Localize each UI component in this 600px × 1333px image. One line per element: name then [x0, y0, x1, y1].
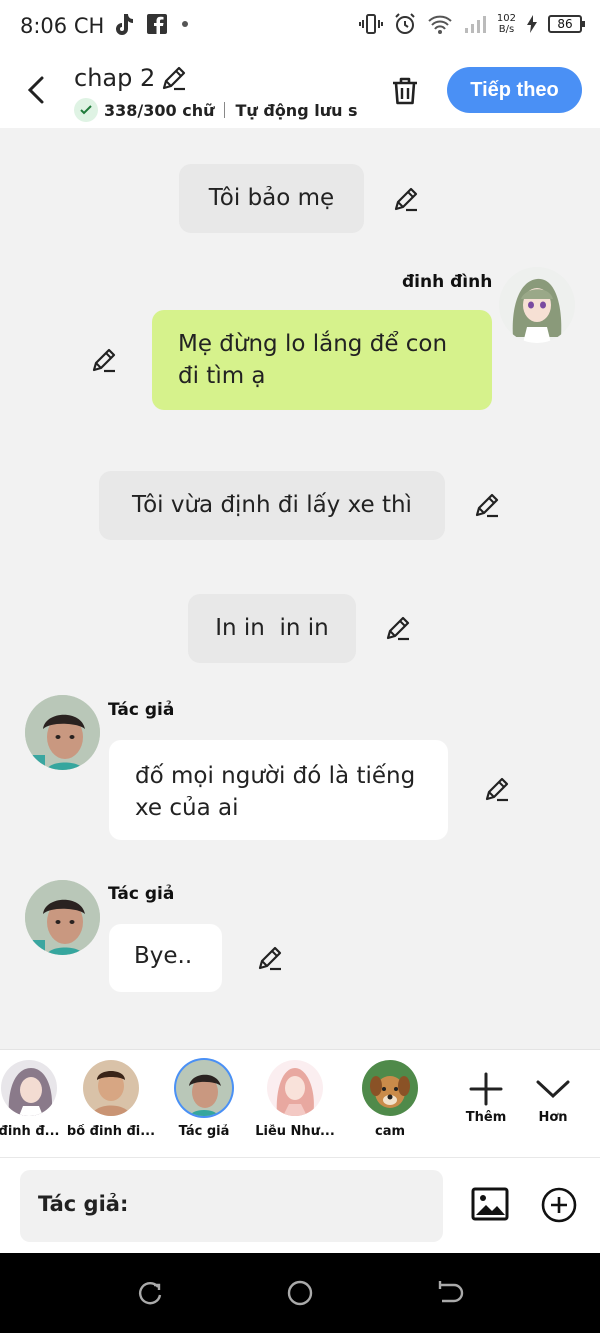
edit-icon[interactable]	[483, 775, 511, 803]
dot-icon	[182, 21, 188, 27]
editor-header: chap 2 338/300 chữ Tự động lưu s Tiếp th…	[0, 54, 600, 128]
narration-bubble[interactable]: Tôi bảo mẹ	[179, 164, 364, 233]
chat-editor-screen: 8:06 CH 102 B/s 86 chap 2 338/300 chữ Tự…	[0, 0, 600, 1333]
tiktok-icon	[116, 14, 133, 35]
recents-icon[interactable]	[136, 1279, 164, 1307]
facebook-icon	[147, 14, 167, 34]
speaker-prefix: Tác giả:	[38, 1192, 129, 1216]
charging-icon	[527, 15, 537, 33]
network-speed: 102 B/s	[496, 13, 516, 35]
edit-icon[interactable]	[392, 185, 420, 213]
narration-bubble[interactable]: In in in in	[188, 594, 356, 663]
character-selector: đinh đ... bố đinh đi... Tác giả Liễu Như…	[0, 1049, 600, 1157]
status-bar: 8:06 CH 102 B/s 86	[0, 0, 600, 54]
avatar	[1, 1060, 57, 1116]
avatar-tac-gia[interactable]	[25, 880, 100, 955]
image-icon[interactable]	[470, 1184, 510, 1224]
word-count: 338/300 chữ	[104, 100, 215, 120]
status-time: 8:06 CH	[20, 14, 105, 38]
back-nav-icon[interactable]	[436, 1279, 464, 1307]
avatar	[362, 1060, 418, 1116]
check-icon	[74, 98, 98, 122]
avatar	[176, 1060, 232, 1116]
chevron-left-icon	[27, 76, 44, 104]
edit-icon[interactable]	[256, 944, 284, 972]
battery-indicator: 86	[548, 15, 585, 33]
avatar	[267, 1060, 323, 1116]
chat-area[interactable]: Tôi bảo mẹ đinh đình Mẹ đừng lo lắng để …	[0, 128, 600, 1048]
autosave-label: Tự động lưu s	[235, 100, 358, 120]
chapter-title[interactable]: chap 2	[74, 64, 155, 92]
speaker-name: Tác giả	[108, 700, 175, 720]
wifi-icon	[428, 15, 452, 34]
edit-title-icon[interactable]	[160, 64, 188, 92]
message-bubble[interactable]: Mẹ đừng lo lắng để con đi tìm ạ	[152, 310, 492, 410]
character-item[interactable]: bố đinh đi...	[66, 1060, 156, 1139]
chevron-down-icon	[536, 1080, 570, 1099]
alarm-icon	[395, 13, 415, 34]
avatar	[83, 1060, 139, 1116]
avatar-tac-gia[interactable]	[25, 695, 100, 770]
system-nav-bar	[0, 1253, 600, 1333]
character-item[interactable]: Liễu Như...	[250, 1060, 340, 1139]
message-bubble[interactable]: đố mọi người đó là tiếng xe của ai	[109, 740, 448, 840]
character-item[interactable]: đinh đ...	[0, 1060, 74, 1139]
back-button[interactable]	[22, 72, 52, 108]
add-circle-icon[interactable]	[540, 1186, 578, 1224]
speaker-name: Tác giả	[108, 884, 175, 904]
trash-icon[interactable]	[388, 74, 422, 108]
save-status: 338/300 chữ Tự động lưu s	[74, 98, 364, 122]
character-item-selected[interactable]: Tác giả	[159, 1060, 249, 1139]
avatar-dinh-dinh[interactable]	[499, 267, 575, 343]
signal-icon	[464, 16, 486, 33]
edit-icon[interactable]	[384, 614, 412, 642]
plus-icon	[469, 1072, 503, 1106]
vibrate-icon	[358, 14, 383, 34]
edit-icon[interactable]	[90, 346, 118, 374]
more-characters-button[interactable]: Hơn	[508, 1060, 598, 1125]
narration-bubble[interactable]: Tôi vừa định đi lấy xe thì	[99, 471, 445, 540]
message-input[interactable]: Tác giả:	[20, 1170, 443, 1242]
home-icon[interactable]	[286, 1279, 314, 1307]
message-bubble[interactable]: Bye..	[109, 924, 222, 992]
next-button[interactable]: Tiếp theo	[447, 67, 582, 113]
edit-icon[interactable]	[473, 491, 501, 519]
input-bar: Tác giả:	[0, 1157, 600, 1253]
character-item[interactable]: cam	[345, 1060, 435, 1139]
speaker-name: đinh đình	[402, 272, 493, 292]
